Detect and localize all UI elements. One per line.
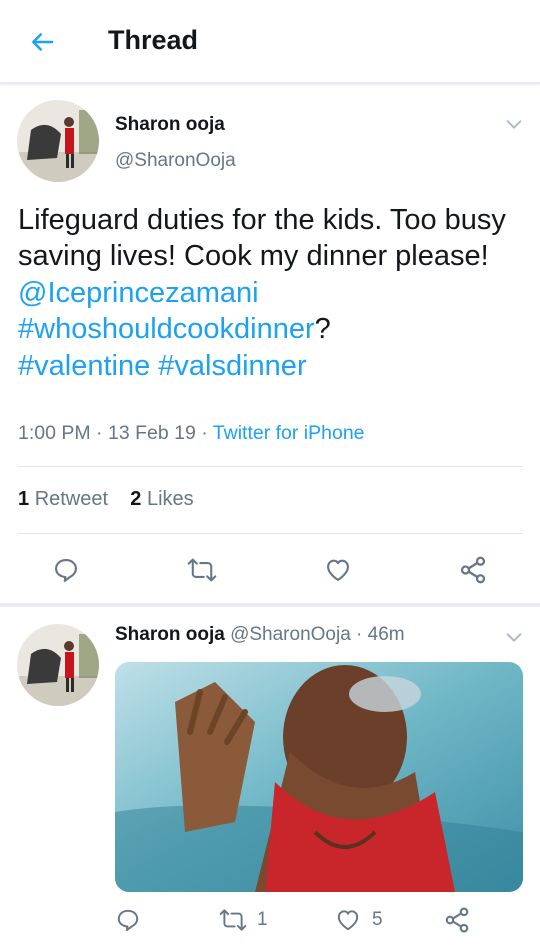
divider [18, 466, 523, 467]
retweet-icon [187, 558, 217, 582]
share-icon [460, 556, 486, 584]
author-handle[interactable]: @SharonOoja [230, 624, 351, 645]
tweet-time: 1:00 PM [18, 422, 91, 444]
share-icon [445, 907, 469, 933]
chevron-down-icon[interactable] [503, 113, 525, 135]
avatar[interactable] [17, 100, 99, 182]
retweet-count: 1 [257, 909, 268, 930]
back-button[interactable] [24, 24, 60, 60]
like-count: 5 [372, 909, 383, 930]
hashtag-link[interactable]: #valsdinner [158, 350, 306, 382]
top-bar: Thread [0, 0, 540, 84]
chevron-down-icon[interactable] [503, 626, 525, 648]
tweet-date: 13 Feb 19 [107, 422, 196, 444]
author-handle[interactable]: @SharonOoja [115, 150, 236, 172]
likes-stat[interactable]: 2 Likes [130, 488, 193, 510]
arrow-left-icon [32, 33, 54, 51]
hashtag-link[interactable]: #whoshouldcookdinner [18, 313, 315, 345]
avatar[interactable] [17, 624, 99, 706]
reply-button[interactable] [115, 907, 141, 933]
page-title: Thread [108, 25, 199, 55]
tweet-photo[interactable] [115, 662, 523, 892]
hashtag-link[interactable]: #valentine [18, 350, 150, 382]
share-button[interactable] [443, 906, 471, 934]
tweet-age: 46m [367, 624, 405, 645]
reply-icon [117, 909, 139, 932]
like-button[interactable] [323, 556, 353, 584]
engagement-stats: 1 Retweet 2 Likes [18, 488, 194, 511]
reply-header: Sharon ooja @SharonOoja · 46m [115, 624, 405, 645]
tweet-source-link[interactable]: Twitter for iPhone [213, 422, 365, 444]
like-button[interactable]: 5 [334, 907, 383, 933]
tweet-meta: 1:00 PM · 13 Feb 19 · Twitter for iPhone [18, 422, 365, 444]
tweet-text-part: ? [314, 313, 331, 346]
retweets-stat[interactable]: 1 Retweet [18, 488, 108, 510]
author-name[interactable]: Sharon ooja [115, 114, 225, 136]
reply-icon [55, 559, 77, 582]
share-button[interactable] [458, 555, 488, 585]
retweet-icon [219, 909, 247, 931]
author-name[interactable]: Sharon ooja [115, 624, 225, 645]
tweet-text-part: Lifeguard duties for the kids. Too busy … [18, 204, 506, 273]
reply-button[interactable] [52, 556, 80, 584]
divider [18, 533, 523, 534]
tweet-separator [0, 603, 540, 607]
retweet-button[interactable]: 1 [219, 907, 268, 933]
tweet-text: Lifeguard duties for the kids. Too busy … [18, 202, 523, 384]
heart-icon [337, 910, 359, 931]
retweet-button[interactable] [187, 556, 217, 584]
mention-link[interactable]: @Iceprincezamani [18, 277, 259, 309]
heart-icon [327, 559, 349, 581]
